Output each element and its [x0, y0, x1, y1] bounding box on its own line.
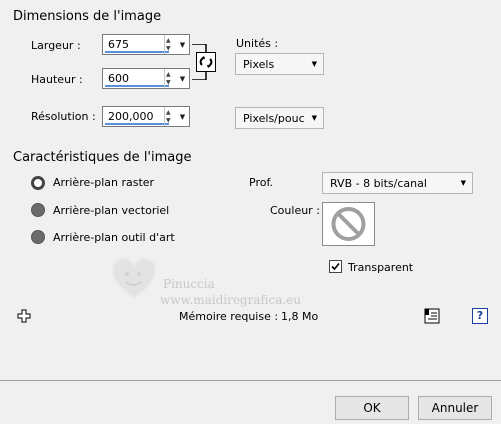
height-label: Hauteur : [31, 73, 83, 86]
resolution-dropdown-arrow[interactable]: ▼ [176, 107, 189, 126]
resolution-units-value: Pixels/pouc [243, 112, 305, 125]
units-value: Pixels [243, 58, 275, 71]
memory-label: Mémoire requise : [179, 310, 279, 323]
height-spinner[interactable]: ▲ ▼ [164, 69, 175, 88]
height-value: 600 [108, 72, 129, 85]
no-color-icon [331, 207, 366, 241]
link-aspect-icon[interactable] [196, 52, 216, 72]
color-label: Couleur : [270, 204, 320, 217]
art-background-radio[interactable] [31, 230, 45, 244]
watermark-url: www.maidiregrafica.eu [160, 293, 302, 307]
preset-notes-icon[interactable] [424, 308, 440, 324]
resolution-value: 200,000 [108, 110, 154, 123]
width-spinner[interactable]: ▲ ▼ [164, 35, 175, 54]
height-input[interactable]: 600 ▲ ▼ ▼ [102, 68, 190, 89]
resolution-units-select[interactable]: Pixels/pouc ▼ [235, 107, 324, 129]
raster-background-radio[interactable] [31, 176, 45, 190]
width-input[interactable]: 675 ▲ ▼ ▼ [102, 34, 190, 55]
transparent-checkbox[interactable] [329, 260, 342, 273]
memory-value: 1,8 Mo [281, 310, 319, 323]
chevron-down-icon: ▼ [460, 179, 466, 187]
units-label: Unités : [236, 37, 279, 50]
height-dropdown-arrow[interactable]: ▼ [176, 69, 189, 88]
width-dropdown-arrow[interactable]: ▼ [176, 35, 189, 54]
chevron-down-icon: ▼ [311, 60, 317, 68]
vector-background-label[interactable]: Arrière-plan vectoriel [53, 204, 169, 217]
resolution-spinner[interactable]: ▲ ▼ [164, 107, 175, 126]
raster-background-label[interactable]: Arrière-plan raster [53, 176, 154, 189]
resolution-input[interactable]: 200,000 ▲ ▼ ▼ [102, 106, 190, 127]
art-background-label[interactable]: Arrière-plan outil d'art [53, 231, 175, 244]
watermark-name: Pinuccia [163, 277, 215, 291]
cancel-button[interactable]: Annuler [418, 396, 492, 420]
width-value: 675 [108, 38, 129, 51]
transparent-label[interactable]: Transparent [348, 261, 413, 274]
depth-select[interactable]: RVB - 8 bits/canal ▼ [322, 172, 473, 194]
help-icon[interactable]: ? [472, 308, 488, 324]
depth-label: Prof. [249, 176, 274, 189]
move-cross-icon[interactable] [17, 309, 31, 323]
depth-value: RVB - 8 bits/canal [330, 177, 427, 190]
vector-background-radio[interactable] [31, 203, 45, 217]
resolution-label: Résolution : [31, 110, 96, 123]
heart-logo [108, 252, 160, 302]
bottom-divider [0, 380, 501, 381]
chevron-down-icon: ▼ [311, 114, 317, 122]
height-underline [105, 85, 169, 87]
width-label: Largeur : [31, 39, 81, 52]
width-underline [105, 51, 169, 53]
units-select[interactable]: Pixels ▼ [235, 53, 324, 75]
characteristics-title: Caractéristiques de l'image [13, 150, 192, 165]
check-icon [331, 262, 340, 271]
ok-button[interactable]: OK [335, 396, 409, 420]
resolution-underline [105, 123, 169, 125]
dimensions-title: Dimensions de l'image [13, 9, 162, 24]
color-swatch[interactable] [322, 202, 375, 246]
